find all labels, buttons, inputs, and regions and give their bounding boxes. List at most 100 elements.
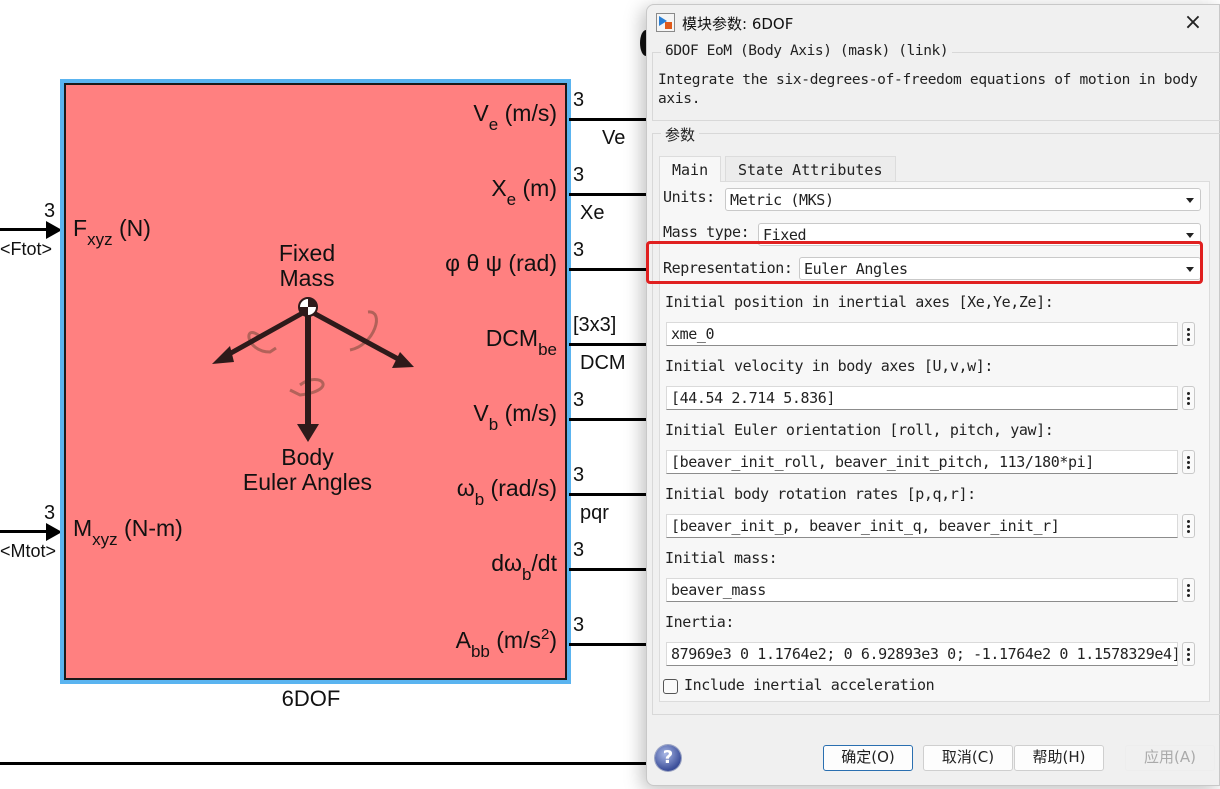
output-port-label: Abb (m/s2) <box>456 627 557 660</box>
block-parameters-dialog: 模块参数: 6DOF × 6DOF EoM (Body Axis) (mask)… <box>646 4 1220 786</box>
label-main: V <box>473 400 489 426</box>
input-port-label-fxyz: Fxyz (N) <box>73 215 151 249</box>
more-options-icon[interactable] <box>1182 642 1195 666</box>
mass-type-value: Fixed <box>763 226 807 244</box>
field-input[interactable]: xme_0 <box>666 322 1178 346</box>
field-label: Initial Euler orientation [roll, pitch, … <box>665 421 1054 439</box>
label-rest: (N-m) <box>117 515 183 541</box>
icon-label-top: Fixed Mass <box>250 240 364 292</box>
label-sub: b <box>488 415 499 434</box>
output-signal-line[interactable] <box>569 343 649 346</box>
apply-button[interactable]: 应用(A) <box>1125 745 1215 771</box>
label-sub: b <box>521 565 532 584</box>
include-inertial-accel-label[interactable]: Include inertial acceleration <box>684 676 935 694</box>
label-main: DCM <box>485 325 539 351</box>
input-port-label-mxyz: Mxyz (N-m) <box>73 515 183 549</box>
help-button[interactable]: 帮助(H) <box>1014 745 1104 771</box>
output-dim: [3x3] <box>573 314 617 336</box>
label-end: ) <box>549 627 557 653</box>
more-options-icon[interactable] <box>1182 322 1195 346</box>
icon-label-line: Body <box>281 444 334 470</box>
input-dim-1: 3 <box>44 200 56 222</box>
signal-line-ftot[interactable] <box>0 228 50 231</box>
input-dim-2: 3 <box>44 502 56 524</box>
parameters-group: 参数 Main State Attributes Units: Metric (… <box>652 124 1220 715</box>
output-signal-name: Xe <box>580 202 605 224</box>
chevron-down-icon <box>1186 198 1194 203</box>
output-port-label: DCMbe <box>485 325 557 359</box>
output-dim: 3 <box>573 539 585 561</box>
output-signal-line[interactable] <box>569 568 649 571</box>
cancel-button[interactable]: 取消(C) <box>923 745 1013 771</box>
output-signal-line[interactable] <box>569 118 649 121</box>
signal-label-mtot: <Mtot> <box>0 541 57 561</box>
output-signal-line[interactable] <box>569 493 649 496</box>
units-label: Units: <box>663 188 715 206</box>
signal-line-mtot[interactable] <box>0 530 50 533</box>
label-rest: (m/s) <box>498 100 557 126</box>
label-main: φ θ ψ (rad) <box>445 250 557 276</box>
label-main: F <box>73 215 88 241</box>
output-signal-line[interactable] <box>569 268 649 271</box>
close-button[interactable]: × <box>1181 11 1205 35</box>
output-port-label: φ θ ψ (rad) <box>445 252 557 275</box>
output-signal-name: pqr <box>580 502 609 524</box>
output-port-label: dωb/dt <box>491 550 557 584</box>
include-inertial-accel-checkbox[interactable] <box>663 679 678 694</box>
units-value: Metric (MKS) <box>730 191 834 209</box>
mass-type-label: Mass type: <box>663 223 750 241</box>
block-name-label[interactable]: 6DOF <box>0 686 622 712</box>
more-options-icon[interactable] <box>1182 514 1195 538</box>
signal-label-ftot: <Ftot> <box>0 239 53 259</box>
units-dropdown[interactable]: Metric (MKS) <box>725 188 1201 211</box>
label-main: ω <box>456 475 475 501</box>
output-signal-line[interactable] <box>569 643 649 646</box>
label-sub: be <box>538 340 557 359</box>
field-input[interactable]: [44.54 2.714 5.836] <box>666 386 1178 410</box>
parameters-legend: 参数 <box>661 124 700 145</box>
label-sub: bb <box>470 642 490 661</box>
mask-title: 6DOF EoM (Body Axis) (mask) (link) <box>661 43 953 59</box>
label-rest: (rad/s) <box>484 475 557 501</box>
output-dim: 3 <box>573 614 585 636</box>
ok-button[interactable]: 确定(O) <box>823 745 913 771</box>
label-sub: b <box>474 490 485 509</box>
field-input[interactable]: [beaver_init_roll, beaver_init_pitch, 11… <box>666 450 1178 474</box>
output-signal-line[interactable] <box>569 193 649 196</box>
signal-line-bottom[interactable] <box>0 762 650 765</box>
label-rest: (m) <box>516 175 558 201</box>
tab-main[interactable]: Main <box>659 156 722 182</box>
more-options-icon[interactable] <box>1182 450 1195 474</box>
chevron-down-icon <box>1186 233 1194 238</box>
label-rest: /dt <box>531 550 557 576</box>
output-port-label: ωb (rad/s) <box>456 475 557 509</box>
output-port-label: Xe (m) <box>491 175 558 209</box>
output-signal-name: Ve <box>602 127 626 149</box>
tab-state-attributes[interactable]: State Attributes <box>725 156 896 182</box>
mass-type-dropdown[interactable]: Fixed <box>758 223 1201 246</box>
field-input[interactable]: beaver_mass <box>666 578 1178 602</box>
output-port-label: Vb (m/s) <box>473 400 557 434</box>
output-dim: 3 <box>573 239 585 261</box>
field-label: Inertia: <box>665 613 735 631</box>
y-axis-arrow <box>306 307 402 363</box>
representation-dropdown[interactable]: Euler Angles <box>799 257 1201 280</box>
field-input[interactable]: [beaver_init_p, beaver_init_q, beaver_in… <box>666 514 1178 538</box>
help-icon[interactable]: ? <box>655 745 681 771</box>
more-options-icon[interactable] <box>1182 386 1195 410</box>
label-main: dω <box>491 550 522 576</box>
icon-label-bottom: Body Euler Angles <box>220 444 395 496</box>
rotation-arc-icon <box>247 310 378 397</box>
label-main: A <box>455 627 471 653</box>
field-label: Initial velocity in body axes [U,v,w]: <box>665 357 993 375</box>
output-dim: 3 <box>573 164 585 186</box>
label-main: M <box>73 515 93 541</box>
dialog-titlebar[interactable]: 模块参数: 6DOF × <box>647 5 1219 41</box>
more-options-icon[interactable] <box>1182 578 1195 602</box>
label-sub: xyz <box>92 530 118 549</box>
output-signal-line[interactable] <box>569 418 649 421</box>
representation-value: Euler Angles <box>804 260 908 278</box>
field-input[interactable]: 87969e3 0 1.1764e2; 0 6.92893e3 0; -1.17… <box>666 642 1178 666</box>
tab-panel-main: Units: Metric (MKS) Mass type: Fixed Rep… <box>659 181 1210 702</box>
output-dim: 3 <box>573 89 585 111</box>
